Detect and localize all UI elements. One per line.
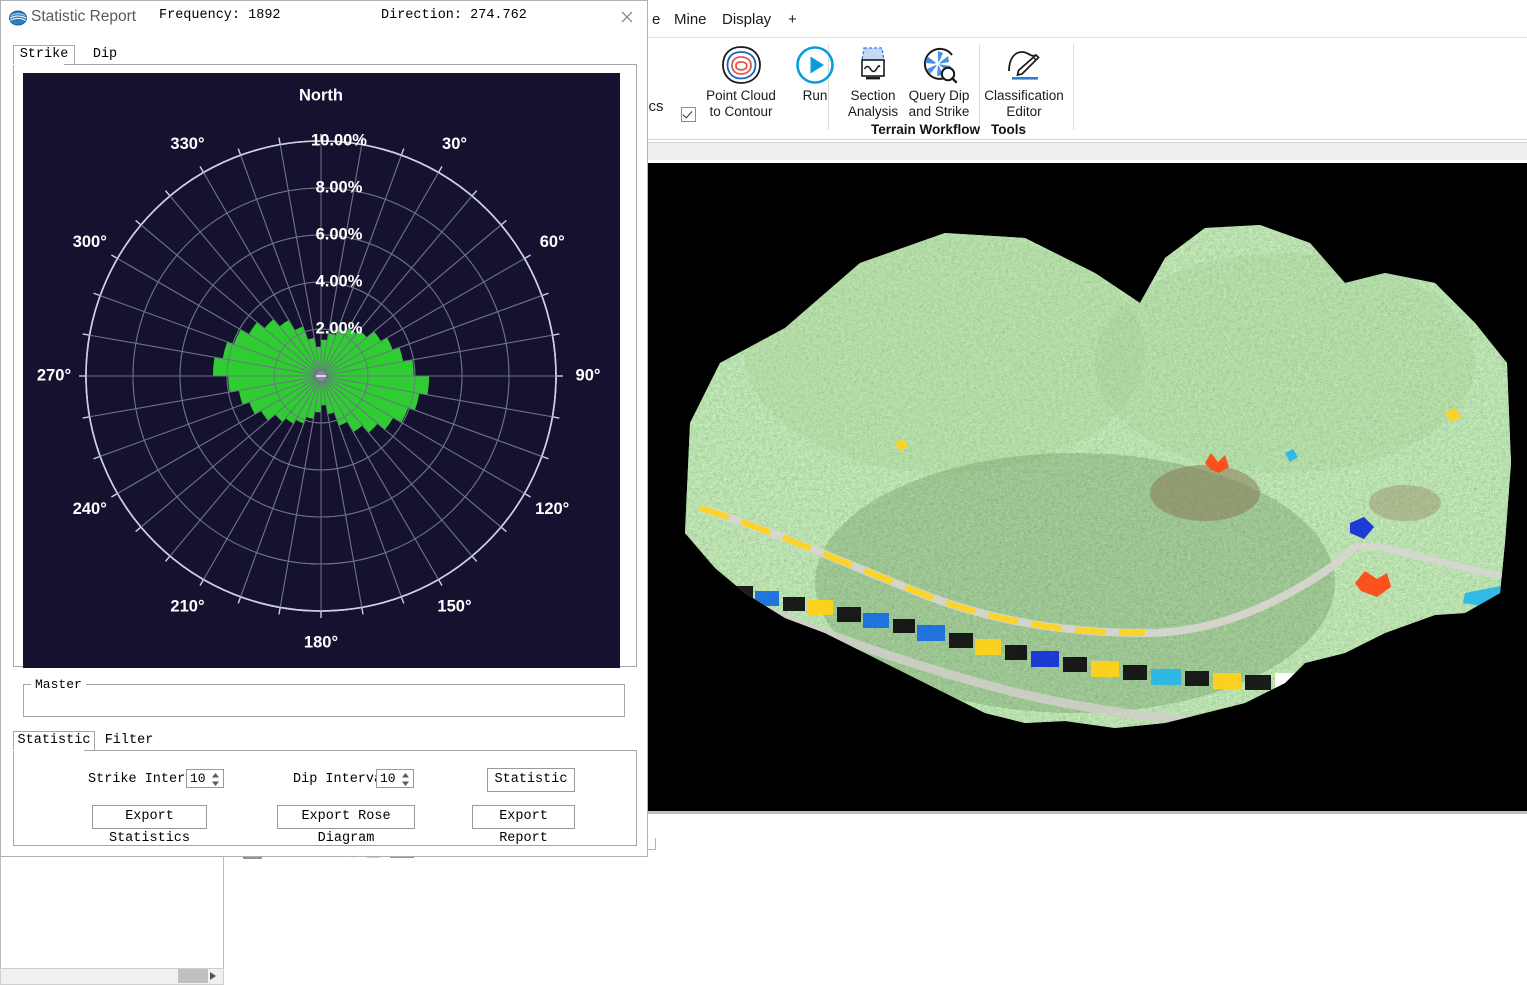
svg-text:330°: 330° [170, 135, 204, 153]
ribbon-button-section-analysis[interactable]: Section Analysis [836, 42, 910, 120]
svg-text:10.00%: 10.00% [311, 131, 367, 149]
pencil-edit-icon [982, 42, 1066, 88]
svg-text:180°: 180° [304, 633, 338, 651]
ribbon-group-label-terrain-workflow: Terrain Workflow [871, 122, 981, 137]
stepper-arrows-icon[interactable] [211, 771, 220, 788]
svg-text:270°: 270° [37, 366, 71, 384]
statistic-report-dialog: Statistic Report Strike Dip North 30° 60° 9… [0, 0, 648, 857]
svg-text:8.00%: 8.00% [316, 178, 363, 196]
stepper-arrows-icon[interactable] [401, 771, 410, 788]
left-dock-scroll-right-arrow[interactable] [210, 972, 216, 980]
tab-statistic[interactable]: Statistic [13, 731, 95, 751]
strike-interval-value: 10 [190, 771, 206, 786]
dialog-title: Statistic Report [31, 8, 137, 25]
ribbon-label-line2: and Strike [908, 104, 970, 119]
section-icon [836, 42, 910, 88]
ribbon-group-label-tools: Tools [991, 122, 1026, 137]
svg-text:240°: 240° [73, 500, 107, 518]
contour-icon [704, 42, 778, 88]
ribbon-label-line2: Analysis [847, 104, 899, 119]
statistic-tab-panel: Strike Interval 10 Dip Interval 10 Stati… [13, 750, 637, 846]
master-groupbox [23, 684, 625, 717]
tab-filter[interactable]: Filter [101, 731, 157, 751]
ribbon-divider-2 [979, 44, 980, 130]
export-report-button[interactable]: Export Report [472, 805, 575, 846]
app-logo-icon [9, 10, 27, 26]
tab-strike[interactable]: Strike [13, 45, 75, 65]
svg-text:60°: 60° [540, 233, 565, 251]
point-cloud-viewport[interactable] [645, 163, 1527, 811]
svg-text:300°: 300° [73, 233, 107, 251]
ribbon-divider-3 [1073, 44, 1074, 130]
svg-text:210°: 210° [170, 598, 204, 616]
dip-interval-stepper[interactable]: 10 [376, 769, 414, 788]
tab-dip[interactable]: Dip [81, 45, 129, 65]
viewport-tabstrip [645, 142, 1527, 160]
menu-item-e[interactable]: e [652, 11, 660, 28]
svg-text:150°: 150° [437, 598, 471, 616]
menu-item-add[interactable]: + [788, 11, 797, 28]
rose-diagram[interactable]: North 30° 60° 90° 120° 150° 180° 210° 240° 270° 30… [23, 73, 620, 668]
tab-panel-seam [13, 64, 64, 65]
ribbon-label-line1: Query Dip [908, 88, 970, 103]
dip-interval-value: 10 [380, 771, 396, 786]
rose-diagram-svg: North 30° 60° 90° 120° 150° 180° 210° 240° 270° 30… [23, 73, 620, 668]
master-direction: Direction: 274.762 [381, 8, 527, 23]
ribbon-checkbox[interactable] [681, 107, 696, 122]
svg-text:90°: 90° [576, 366, 601, 384]
dialog-titlebar[interactable]: Statistic Report [1, 1, 647, 34]
query-dip-icon [902, 42, 976, 88]
svg-text:2.00%: 2.00% [316, 319, 363, 337]
ribbon-label-line2: Editor [1006, 104, 1042, 119]
svg-text:North: North [299, 86, 343, 104]
statistic-tab-panel-seam [13, 750, 84, 751]
master-frequency: Frequency: 1892 [159, 8, 281, 23]
export-statistics-button[interactable]: Export Statistics [92, 805, 207, 846]
statistic-filter-tabstrip: Statistic Filter [13, 731, 637, 751]
export-rose-diagram-button[interactable]: Export Rose Diagram [277, 805, 415, 846]
point-cloud-render [645, 163, 1527, 811]
ribbon-label-line1: Point Cloud [706, 88, 776, 103]
strike-interval-stepper[interactable]: 10 [186, 769, 224, 788]
strike-dip-tabstrip: Strike Dip [13, 45, 637, 65]
master-groupbox-legend: Master [31, 677, 86, 692]
menu-item-mine[interactable]: Mine [674, 11, 707, 28]
viewport-bottom-border [645, 811, 1527, 814]
svg-text:30°: 30° [442, 135, 467, 153]
ribbon-button-query-dip-and-strike[interactable]: Query Dip and Strike [902, 42, 976, 120]
ribbon-label-line1: Section [850, 88, 896, 103]
ribbon-button-point-cloud-to-contour[interactable]: Point Cloud to Contour [704, 42, 778, 120]
svg-text:120°: 120° [535, 500, 569, 518]
left-dock-panel [0, 851, 224, 972]
menu-item-display[interactable]: Display [722, 11, 771, 28]
svg-text:4.00%: 4.00% [316, 272, 363, 290]
left-dock-hscrollbar-thumb[interactable] [178, 969, 208, 983]
close-icon[interactable] [615, 6, 639, 28]
ribbon-label-line2: to Contour [709, 104, 773, 119]
ribbon-button-classification-editor[interactable]: Classification Editor [982, 42, 1066, 120]
statistic-button[interactable]: Statistic [487, 768, 575, 792]
svg-text:6.00%: 6.00% [316, 225, 363, 243]
ribbon-label-line1: Classification [984, 88, 1064, 103]
measurements-table-container[interactable]: X Y Z Strike(deg) Dip(deg) ip Direction(… [236, 878, 881, 985]
